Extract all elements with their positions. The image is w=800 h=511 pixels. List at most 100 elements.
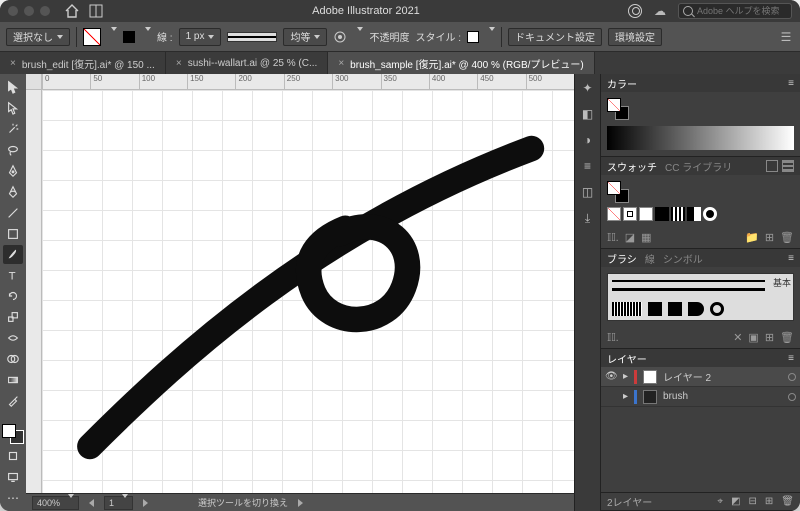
stroke-panel-icon[interactable]: ≡ <box>580 158 596 174</box>
brushes-panel-tab[interactable]: ブラシ <box>607 251 637 266</box>
shape-builder-tool[interactable] <box>3 349 23 368</box>
fill-swatch[interactable] <box>83 28 101 46</box>
arrange-documents-icon[interactable] <box>88 3 104 19</box>
stroke-weight-field[interactable]: 1 px <box>179 28 222 46</box>
stroke-swatch-dropdown[interactable] <box>141 31 151 42</box>
swatch-pattern[interactable] <box>687 207 701 221</box>
color-spectrum[interactable] <box>607 126 794 150</box>
close-tab-icon[interactable]: × <box>338 58 344 69</box>
layer-name[interactable]: brush <box>663 391 688 402</box>
delete-brush-icon[interactable]: 🗑 <box>780 331 794 344</box>
zoom-level-field[interactable]: 400% <box>32 496 79 510</box>
close-tab-icon[interactable]: × <box>176 58 182 69</box>
fill-color-icon[interactable] <box>2 424 16 438</box>
selection-state[interactable]: 選択なし <box>6 28 70 46</box>
panel-menu-icon[interactable]: ≡ <box>788 353 794 364</box>
brush-preview[interactable]: 基本 <box>607 273 794 321</box>
rotate-tool[interactable] <box>3 287 23 306</box>
brush-sample[interactable] <box>648 302 662 316</box>
cloud-sync-icon[interactable]: ☁ <box>652 3 668 19</box>
layers-panel-tab[interactable]: レイヤー <box>607 351 647 366</box>
target-layer-icon[interactable] <box>788 393 796 401</box>
swatch-libraries-icon[interactable]: 𝕀𝕀. <box>607 231 619 244</box>
document-setup-button[interactable]: ドキュメント設定 <box>508 28 602 46</box>
swatch-none[interactable] <box>607 207 621 221</box>
swatches-panel-tab[interactable]: スウォッチ <box>607 159 657 174</box>
layer-thumbnail[interactable] <box>643 370 657 384</box>
brush-sample[interactable] <box>612 302 642 316</box>
controlbar-menu-icon[interactable]: ☰ <box>778 29 794 45</box>
new-swatch-icon[interactable]: ⊞ <box>765 231 774 244</box>
swatch-kind-icon[interactable]: ◪ <box>625 231 635 244</box>
swatch-white[interactable] <box>639 207 653 221</box>
cc-libraries-tab[interactable]: CC ライブラリ <box>665 159 732 174</box>
panel-menu-icon[interactable]: ≡ <box>788 78 794 89</box>
close-tab-icon[interactable]: × <box>10 58 16 69</box>
opacity-fx-icon[interactable] <box>333 30 347 44</box>
scale-tool[interactable] <box>3 308 23 327</box>
artboard[interactable] <box>42 90 574 493</box>
color-panel-tab[interactable]: カラー <box>607 76 637 91</box>
selection-tool[interactable] <box>3 78 23 97</box>
swatch-list-view-icon[interactable] <box>766 160 778 172</box>
new-swatch-group-icon[interactable]: 📁 <box>745 231 759 244</box>
opacity-dropdown[interactable] <box>353 31 363 42</box>
transparency-panel-icon[interactable]: ◫ <box>580 184 596 200</box>
new-sublayer-icon[interactable]: ⊟ <box>749 496 757 507</box>
layer-row[interactable]: 👁 ▸ レイヤー 2 <box>601 367 800 387</box>
maximize-window-icon[interactable] <box>40 6 50 16</box>
new-brush-icon[interactable]: ⊞ <box>765 331 774 344</box>
layer-thumbnail[interactable] <box>643 390 657 404</box>
visibility-toggle-icon[interactable]: 👁 <box>605 371 617 382</box>
delete-swatch-icon[interactable]: 🗑 <box>780 231 794 244</box>
help-search-input[interactable] <box>697 6 787 16</box>
eyedropper-tool[interactable] <box>3 391 23 410</box>
fill-swatch-dropdown[interactable] <box>107 31 117 42</box>
new-layer-icon[interactable]: ⊞ <box>765 496 773 507</box>
document-tab[interactable]: ×brush_edit [復元].ai* @ 150 ... <box>0 52 166 74</box>
graphic-style-dropdown[interactable] <box>485 31 495 42</box>
target-layer-icon[interactable] <box>788 373 796 381</box>
next-artboard-icon[interactable] <box>143 499 148 507</box>
swatch-pattern[interactable] <box>703 207 717 221</box>
appearance-panel-icon[interactable]: ◑ <box>580 132 596 148</box>
preferences-button[interactable]: 環境設定 <box>608 28 662 46</box>
ruler-origin[interactable] <box>26 74 42 90</box>
horizontal-ruler[interactable]: 0 50 100 150 200 250 300 350 400 450 500 <box>42 74 574 90</box>
stroke-panel-tab[interactable]: 線 <box>645 251 655 266</box>
brush-sample[interactable] <box>668 302 682 316</box>
shape-tool[interactable] <box>3 224 23 243</box>
close-window-icon[interactable] <box>8 6 18 16</box>
screen-mode-icon[interactable] <box>3 467 23 486</box>
help-search[interactable] <box>678 3 792 19</box>
expand-layer-icon[interactable]: ▸ <box>623 391 628 402</box>
swatch-registration[interactable] <box>623 207 637 221</box>
stroke-profile-dropdown[interactable]: 均等 <box>283 28 327 46</box>
panel-menu-icon[interactable]: ≡ <box>788 253 794 264</box>
graphic-style-swatch[interactable] <box>467 31 479 43</box>
remove-brush-stroke-icon[interactable]: ✕ <box>733 331 742 344</box>
brush-sample[interactable] <box>710 302 724 316</box>
pen-tool[interactable] <box>3 162 23 181</box>
swatch-black[interactable] <box>655 207 669 221</box>
expand-layer-icon[interactable]: ▸ <box>623 371 628 382</box>
status-menu-icon[interactable] <box>298 499 303 507</box>
brush-sample[interactable] <box>688 302 704 316</box>
edit-toolbar-icon[interactable]: ⋯ <box>3 488 23 507</box>
stroke-profile-preview[interactable] <box>227 32 277 42</box>
magic-wand-tool[interactable] <box>3 120 23 139</box>
make-clipping-mask-icon[interactable]: ◩ <box>731 496 740 507</box>
paintbrush-tool[interactable] <box>3 245 23 264</box>
document-tab-active[interactable]: ×brush_sample [復元].ai* @ 400 % (RGB/プレビュ… <box>328 52 594 74</box>
prev-artboard-icon[interactable] <box>89 499 94 507</box>
asset-export-panel-icon[interactable]: ⤓ <box>580 210 596 226</box>
document-tab[interactable]: ×sushi--wallart.ai @ 25 % (C... <box>166 52 328 74</box>
gradient-tool[interactable] <box>3 370 23 389</box>
direct-selection-tool[interactable] <box>3 99 23 118</box>
stroke-swatch[interactable] <box>123 31 135 43</box>
artboard-nav-field[interactable]: 1 <box>104 496 133 510</box>
user-account-icon[interactable] <box>628 4 642 18</box>
curvature-tool[interactable] <box>3 182 23 201</box>
minimize-window-icon[interactable] <box>24 6 34 16</box>
home-icon[interactable] <box>64 3 80 19</box>
